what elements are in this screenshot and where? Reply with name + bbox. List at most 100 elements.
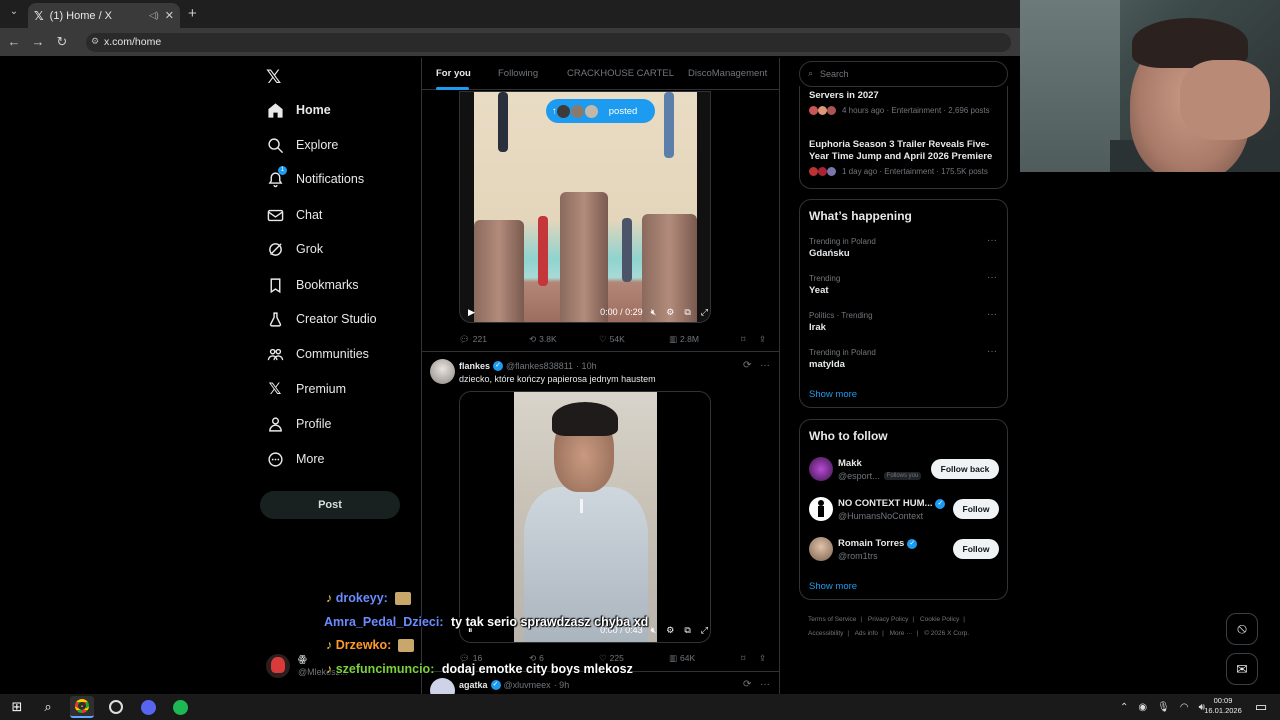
mute-icon[interactable]: 🔇︎ [651, 625, 657, 636]
follow-button[interactable]: Follow [953, 499, 999, 519]
trend-item[interactable]: Trending in Poland Gdańsku ··· [809, 235, 1001, 259]
footer-link[interactable]: More ··· [890, 630, 913, 637]
pip-icon[interactable]: ⧉ [684, 625, 690, 636]
nav-chat[interactable]: Chat [266, 204, 322, 226]
x-logo-icon[interactable]: 𝕏 [266, 66, 286, 88]
reload-icon[interactable]: ↻ [54, 34, 70, 50]
news-item[interactable]: Euphoria Season 3 Trailer Reveals Five-Y… [809, 139, 1001, 176]
nav-profile[interactable]: Profile [266, 413, 331, 435]
more-icon[interactable]: ··· [987, 272, 997, 283]
grok-icon[interactable]: ⟳ [743, 360, 751, 371]
nav-notifications[interactable]: 1 Notifications [266, 166, 364, 190]
nav-home[interactable]: Home [266, 99, 331, 121]
follow-suggestion[interactable]: NO CONTEXT HUM... ✓ @HumansNoContext [838, 498, 946, 521]
trend-item[interactable]: Trending in Poland matylda ··· [809, 346, 1001, 370]
search-input[interactable]: ⌕ Search [799, 61, 1008, 87]
new-tab-button[interactable]: + [188, 5, 202, 22]
follow-suggestion[interactable]: Romain Torres ✓ @rom1trs [838, 538, 918, 561]
follow-button[interactable]: Follow [953, 539, 999, 559]
mute-icon[interactable]: 🔇︎ [651, 307, 657, 318]
discord-icon[interactable] [139, 698, 157, 716]
like-button[interactable]: ♡ 54K [599, 334, 625, 345]
nav-more[interactable]: More [266, 448, 324, 470]
tweet-time[interactable]: · 9h [554, 680, 570, 690]
grok-fab-button[interactable]: ⦸ [1226, 613, 1258, 645]
repost-button[interactable]: ⟲ 3.8K [529, 334, 557, 345]
post-button[interactable]: Post [260, 491, 400, 519]
bookmark-icon[interactable]: ⌑ [741, 653, 745, 664]
nav-bookmarks[interactable]: Bookmarks [266, 274, 359, 296]
show-more-link[interactable]: Show more [809, 389, 857, 400]
footer-link[interactable]: Terms of Service [808, 616, 856, 623]
messages-fab-button[interactable]: ✉ [1226, 653, 1258, 685]
more-icon[interactable]: ··· [760, 679, 770, 690]
system-clock[interactable]: 00:09 16.01.2026 [1198, 696, 1248, 716]
tab-for-you[interactable]: For you [436, 68, 471, 79]
obs-icon[interactable] [107, 698, 125, 716]
share-icon[interactable]: ⇪ [759, 334, 766, 345]
mic-icon[interactable]: 🎙︎ [1157, 702, 1170, 713]
browser-tab[interactable]: 𝕏 (1) Home / X ◁) ✕ [28, 3, 180, 28]
tweet-time[interactable]: · 10h [576, 361, 597, 371]
back-icon[interactable]: ← [6, 34, 22, 50]
views-button[interactable]: ▥ 64K [669, 653, 695, 664]
reply-button[interactable]: 💬︎ 221 [459, 334, 487, 345]
footer-link[interactable]: Cookie Policy [920, 616, 959, 623]
share-icon[interactable]: ⇪ [759, 653, 766, 664]
views-button[interactable]: ▥ 2.8M [669, 334, 699, 345]
tweet-video[interactable]: ⏸ 0:00 / 0:43 🔇︎ ⚙ ⧉ ⤢ [459, 391, 711, 643]
url-field[interactable]: ⚙ x.com/home [86, 33, 1011, 52]
settings-icon[interactable]: ⚙ [666, 625, 674, 636]
more-icon[interactable]: ··· [987, 346, 997, 357]
nav-communities[interactable]: Communities [266, 343, 369, 365]
nav-creator-studio[interactable]: Creator Studio [266, 308, 377, 330]
tab-audio-icon[interactable]: ◁) [149, 10, 159, 21]
wifi-icon[interactable]: ◠ [1180, 702, 1189, 713]
trend-item[interactable]: Politics · Trending Irak ··· [809, 309, 1001, 333]
new-posts-pill[interactable]: ↑ posted [546, 99, 655, 123]
tab-close-icon[interactable]: ✕ [165, 9, 174, 22]
bookmark-icon[interactable]: ⌑ [741, 334, 745, 345]
avatar[interactable] [430, 359, 455, 384]
chevron-up-icon[interactable]: ⌃ [1120, 702, 1128, 713]
nav-grok[interactable]: Grok [266, 238, 323, 260]
forward-icon[interactable]: → [30, 34, 46, 50]
site-info-icon[interactable]: ⚙ [91, 36, 99, 47]
avatar[interactable] [809, 457, 833, 481]
nav-explore[interactable]: Explore [266, 134, 338, 156]
footer-link[interactable]: Accessibility [808, 630, 843, 637]
follow-suggestion[interactable]: Makk @esport... Follows you [838, 458, 922, 481]
footer-link[interactable]: Ads info [855, 630, 879, 637]
author-name[interactable]: agatka [459, 680, 488, 690]
follow-back-button[interactable]: Follow back [931, 459, 999, 479]
pip-icon[interactable]: ⧉ [684, 307, 690, 318]
fullscreen-icon[interactable]: ⤢ [701, 625, 708, 636]
search-icon[interactable]: ⌕ [39, 698, 57, 716]
notification-center-icon[interactable]: ▭ [1252, 698, 1270, 716]
author-handle[interactable]: @xluvmeex [504, 680, 551, 690]
chrome-taskbar-icon[interactable] [70, 696, 94, 718]
more-icon[interactable]: ··· [987, 309, 997, 320]
play-icon[interactable]: ▶ [468, 307, 482, 318]
footer-link[interactable]: Privacy Policy [868, 616, 908, 623]
author-handle[interactable]: @flankes838811 [506, 361, 573, 371]
show-more-link[interactable]: Show more [809, 581, 857, 592]
settings-icon[interactable]: ⚙ [666, 307, 674, 318]
grok-icon[interactable]: ⟳ [743, 679, 751, 690]
tab-crackhouse-cartel[interactable]: CRACKHOUSE CARTEL [567, 68, 674, 79]
spotify-icon[interactable] [171, 698, 189, 716]
tab-discomanagement[interactable]: DiscoManagement [688, 68, 767, 79]
avatar[interactable] [809, 497, 833, 521]
nav-premium[interactable]: 𝕏 Premium [266, 378, 346, 400]
fullscreen-icon[interactable]: ⤢ [701, 307, 708, 318]
author-name[interactable]: flankes [459, 361, 490, 371]
avatar[interactable] [809, 537, 833, 561]
network-icon[interactable]: ◉ [1138, 702, 1147, 713]
more-icon[interactable]: ··· [760, 360, 770, 371]
tab-following[interactable]: Following [498, 68, 538, 79]
windows-start-icon[interactable]: ⊞ [8, 698, 26, 716]
tweet-video[interactable]: ▶ 0:00 / 0:29 🔇︎ ⚙ ⧉ ⤢ [459, 91, 711, 323]
trend-item[interactable]: Trending Yeat ··· [809, 272, 1001, 296]
more-icon[interactable]: ··· [987, 235, 997, 246]
news-item[interactable]: Servers in 2027 4 hours ago · Entertainm… [809, 90, 999, 115]
